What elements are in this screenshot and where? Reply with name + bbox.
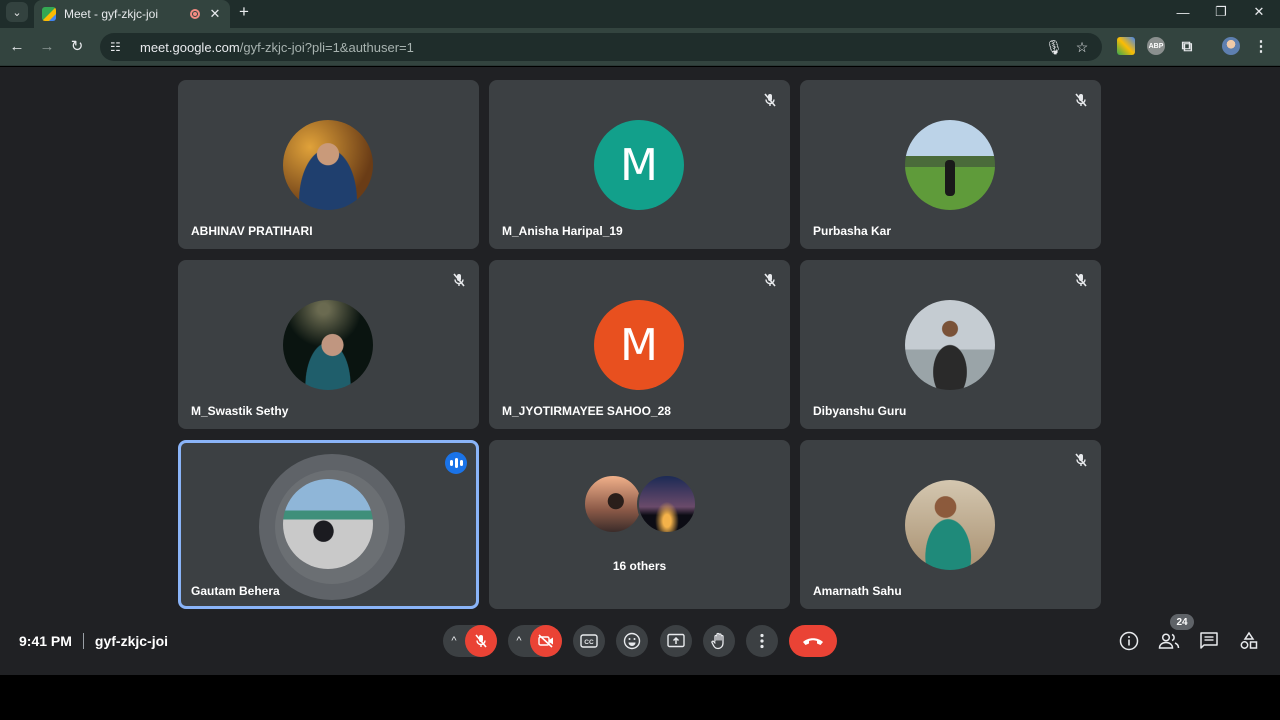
- participant-tile[interactable]: Amarnath Sahu: [800, 440, 1101, 609]
- url-path: /gyf-zkjc-joi?pli=1&authuser=1: [239, 39, 414, 55]
- camera-control: ^: [508, 625, 562, 657]
- browser-window: ⌄ Meet - gyf-zkjc-joi ✕ + — ❐ ✕ ← → ↻ ☷ …: [0, 0, 1280, 720]
- adblock-extension-icon[interactable]: ABP: [1147, 37, 1165, 55]
- browser-toolbar: ← → ↻ ☷ meet.google.com/gyf-zkjc-joi?pli…: [0, 28, 1280, 66]
- info-icon: [1119, 631, 1139, 651]
- activities-button[interactable]: [1237, 629, 1261, 653]
- camera-toggle-button[interactable]: [530, 625, 562, 657]
- microphone-control: ^: [443, 625, 497, 657]
- meeting-details: 9:41 PM gyf-zkjc-joi: [19, 633, 168, 649]
- url-host: meet.google.com: [140, 39, 240, 55]
- meeting-details-button[interactable]: [1117, 629, 1141, 653]
- participant-tile-speaking[interactable]: Gautam Behera: [178, 440, 479, 609]
- video-settings-chevron-icon[interactable]: ^: [508, 635, 530, 647]
- participant-tile[interactable]: ABHINAV PRATIHARI: [178, 80, 479, 249]
- mic-off-icon: [453, 273, 465, 287]
- profile-avatar[interactable]: [1222, 37, 1240, 55]
- present-screen-icon: [667, 633, 685, 648]
- participant-tile[interactable]: Dibyanshu Guru: [800, 260, 1101, 429]
- chat-icon: [1200, 632, 1218, 649]
- bookmark-star-icon[interactable]: ☆: [1072, 39, 1092, 56]
- others-avatar-stack: [583, 474, 699, 536]
- divider: [82, 633, 84, 649]
- mic-off-icon: [475, 634, 487, 648]
- mic-off-icon: [1075, 93, 1087, 107]
- mic-toggle-button[interactable]: [465, 625, 497, 657]
- close-window-button[interactable]: ✕: [1240, 0, 1278, 24]
- participant-name: M_Anisha Haripal_19: [502, 224, 623, 238]
- letter-avatar: M: [594, 120, 684, 210]
- participant-avatar: [283, 120, 373, 210]
- mic-off-icon: [1075, 273, 1087, 287]
- participant-avatar: [283, 300, 373, 390]
- participant-name: Gautam Behera: [191, 584, 280, 598]
- more-vertical-icon: [760, 633, 764, 649]
- more-options-button[interactable]: [746, 625, 778, 657]
- tab-meet[interactable]: Meet - gyf-zkjc-joi ✕: [34, 0, 230, 28]
- participant-avatar: [637, 474, 697, 534]
- participant-avatar: [905, 480, 995, 570]
- restore-button[interactable]: ❐: [1202, 0, 1240, 24]
- participant-tile[interactable]: M_Swastik Sethy: [178, 260, 479, 429]
- people-icon: [1158, 633, 1180, 649]
- participant-avatar: [283, 479, 373, 569]
- address-bar[interactable]: ☷ meet.google.com/gyf-zkjc-joi?pli=1&aut…: [100, 33, 1102, 61]
- audio-settings-chevron-icon[interactable]: ^: [443, 635, 465, 647]
- others-tile[interactable]: 16 others: [489, 440, 790, 609]
- audio-level-icon: [445, 452, 467, 474]
- minimize-button[interactable]: —: [1164, 0, 1202, 24]
- reactions-button[interactable]: [616, 625, 648, 657]
- site-settings-icon[interactable]: ☷: [110, 40, 126, 54]
- participant-name: Amarnath Sahu: [813, 584, 902, 598]
- extensions-puzzle-icon[interactable]: ⧉: [1178, 37, 1196, 55]
- tab-title: Meet - gyf-zkjc-joi: [64, 7, 159, 21]
- raise-hand-button[interactable]: [703, 625, 735, 657]
- people-button[interactable]: [1157, 629, 1181, 653]
- participant-name: Purbasha Kar: [813, 224, 892, 238]
- leave-call-button[interactable]: [789, 625, 837, 657]
- microphone-icon[interactable]: 🎙: [1044, 39, 1064, 56]
- meeting-code: gyf-zkjc-joi: [94, 633, 169, 649]
- back-button[interactable]: ←: [6, 35, 28, 57]
- svg-text:CC: CC: [584, 639, 594, 646]
- mic-off-icon: [1075, 453, 1087, 467]
- hang-up-icon: [803, 638, 823, 645]
- activities-shapes-icon: [1240, 631, 1258, 649]
- chat-button[interactable]: [1197, 629, 1221, 653]
- participant-name: ABHINAV PRATIHARI: [191, 224, 313, 238]
- meet-favicon-icon: [42, 7, 56, 21]
- participant-name: Dibyanshu Guru: [813, 404, 907, 418]
- participant-name: M_Swastik Sethy: [191, 404, 289, 418]
- browser-menu-icon[interactable]: ⋮: [1252, 37, 1270, 55]
- reload-button[interactable]: ↻: [66, 35, 88, 57]
- mic-off-icon: [764, 93, 776, 107]
- mic-off-icon: [764, 273, 776, 287]
- participant-tile[interactable]: Purbasha Kar: [800, 80, 1101, 249]
- new-tab-button[interactable]: +: [234, 2, 254, 22]
- participant-count-badge: 24: [1170, 614, 1194, 630]
- participant-avatar: [905, 120, 995, 210]
- others-count-label: 16 others: [612, 559, 667, 573]
- extension-icon[interactable]: [1117, 37, 1135, 55]
- recording-indicator-icon: [190, 9, 200, 19]
- emoji-icon: [623, 632, 641, 650]
- clock-time: 9:41 PM: [19, 633, 72, 649]
- participant-name: M_JYOTIRMAYEE SAHOO_28: [502, 404, 671, 418]
- tab-search-icon[interactable]: ⌄: [6, 2, 28, 22]
- participant-tile[interactable]: M M_Anisha Haripal_19: [489, 80, 790, 249]
- captions-button[interactable]: CC: [573, 625, 605, 657]
- forward-button[interactable]: →: [36, 35, 58, 57]
- close-tab-icon[interactable]: ✕: [208, 6, 222, 22]
- participant-tile[interactable]: M M_JYOTIRMAYEE SAHOO_28: [489, 260, 790, 429]
- participant-avatar: [905, 300, 995, 390]
- camera-off-icon: [538, 634, 553, 648]
- url-text[interactable]: meet.google.com/gyf-zkjc-joi?pli=1&authu…: [140, 40, 1036, 55]
- raise-hand-icon: [711, 632, 724, 650]
- participant-avatar: [583, 474, 643, 534]
- closed-captions-icon: CC: [580, 634, 598, 648]
- letter-avatar: M: [594, 300, 684, 390]
- meet-stage: ABHINAV PRATIHARI M M_Anisha Haripal_19 …: [0, 67, 1280, 675]
- present-screen-button[interactable]: [660, 625, 692, 657]
- tab-strip: ⌄ Meet - gyf-zkjc-joi ✕ + — ❐ ✕: [0, 0, 1280, 28]
